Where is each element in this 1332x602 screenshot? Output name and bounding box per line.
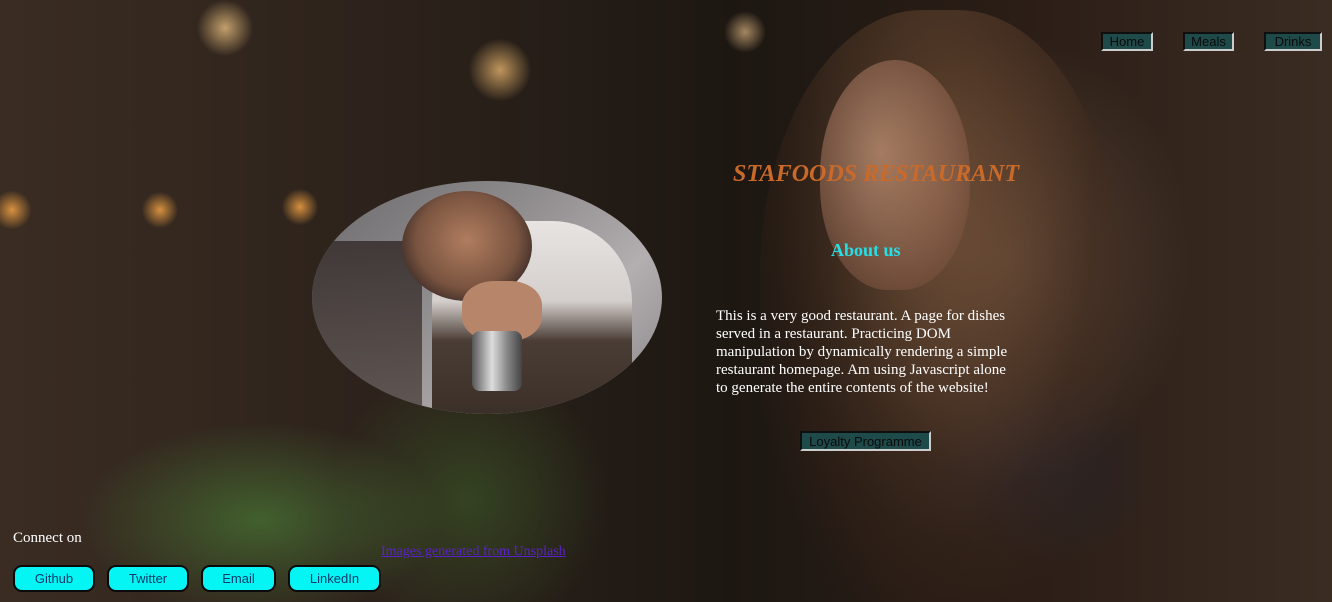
github-button[interactable]: Github (13, 565, 95, 592)
background-sign (0, 60, 200, 140)
loyalty-programme-button[interactable]: Loyalty Programme (800, 431, 931, 451)
twitter-button[interactable]: Twitter (107, 565, 189, 592)
nav-home-button[interactable]: Home (1101, 32, 1153, 51)
nav-meals-button[interactable]: Meals (1183, 32, 1234, 51)
restaurant-title: STAFOODS RESTAURANT (733, 161, 1020, 187)
about-heading: About us (831, 240, 901, 260)
barista-oval-image (312, 181, 662, 414)
image-background-shelf (312, 241, 422, 414)
unsplash-credit-link[interactable]: Images generated from Unsplash (381, 544, 566, 560)
email-button[interactable]: Email (201, 565, 276, 592)
connect-label: Connect on (13, 530, 82, 546)
about-description: This is a very good restaurant. A page f… (716, 308, 1008, 396)
background-photo (0, 0, 1332, 602)
linkedin-button[interactable]: LinkedIn (288, 565, 381, 592)
nav-drinks-button[interactable]: Drinks (1264, 32, 1322, 51)
image-coffee-tamper (472, 331, 522, 391)
